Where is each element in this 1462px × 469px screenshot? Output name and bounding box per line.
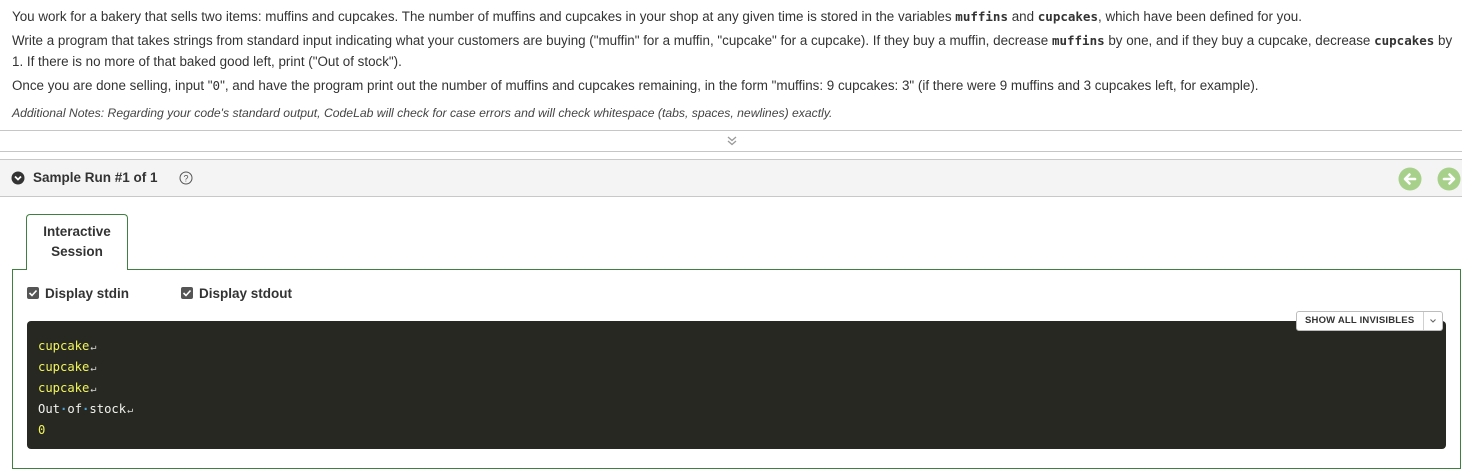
problem-statement: You work for a bakery that sells two ite…: [12, 6, 1454, 127]
checkbox-checked-icon[interactable]: [181, 287, 193, 299]
variable-muffins: muffins: [1051, 33, 1105, 48]
newline-icon: ↵: [127, 405, 134, 416]
double-chevron-down-icon[interactable]: [726, 134, 738, 146]
console-output: cupcake↵ cupcake↵ cupcake↵ Out·of·stock↵…: [27, 321, 1446, 449]
display-stdin-checkbox[interactable]: Display stdin: [27, 286, 129, 301]
checkbox-checked-icon[interactable]: [27, 287, 39, 299]
variable-muffins: muffins: [955, 9, 1008, 24]
divider: [0, 130, 1462, 131]
console-word: stock: [89, 402, 127, 416]
variable-cupcakes: cupcakes: [1037, 9, 1098, 24]
svg-text:?: ?: [183, 174, 188, 184]
sample-run-title: Sample Run #1 of 1: [33, 170, 158, 185]
divider: [0, 151, 1462, 152]
console-line: cupcake↵: [38, 339, 97, 353]
additional-notes: Additional Notes: Regarding your code's …: [12, 106, 833, 120]
sentinel-value: 0: [212, 78, 221, 93]
problem-paragraph-3: Once you are done selling, input "0", an…: [12, 78, 1259, 93]
show-all-invisibles-button[interactable]: SHOW ALL INVISIBLES: [1296, 311, 1443, 331]
caret-down-icon[interactable]: [1423, 312, 1442, 330]
problem-paragraph-2: Write a program that takes strings from …: [12, 33, 1453, 69]
arrow-right-circle-icon[interactable]: [1437, 167, 1461, 196]
sample-run-header: Sample Run #1 of 1 ?: [0, 159, 1462, 197]
variable-cupcakes: cupcakes: [1374, 33, 1435, 48]
arrow-left-circle-icon[interactable]: [1398, 167, 1422, 196]
console-word: of: [67, 402, 83, 416]
newline-icon: ↵: [90, 342, 97, 353]
console-line: 0: [38, 423, 46, 437]
help-circle-icon[interactable]: ?: [179, 171, 193, 190]
chevron-down-circle-icon[interactable]: [11, 171, 25, 190]
display-stdout-checkbox[interactable]: Display stdout: [181, 286, 292, 301]
console-line: cupcake↵: [38, 360, 97, 374]
console-word: Out: [38, 402, 61, 416]
problem-paragraph-1: You work for a bakery that sells two ite…: [12, 9, 1302, 24]
console-line: Out·of·stock↵: [38, 399, 1446, 420]
newline-icon: ↵: [90, 363, 97, 374]
tab-interactive-session[interactable]: Interactive Session: [26, 214, 128, 270]
console-line: cupcake↵: [38, 381, 97, 395]
newline-icon: ↵: [90, 384, 97, 395]
